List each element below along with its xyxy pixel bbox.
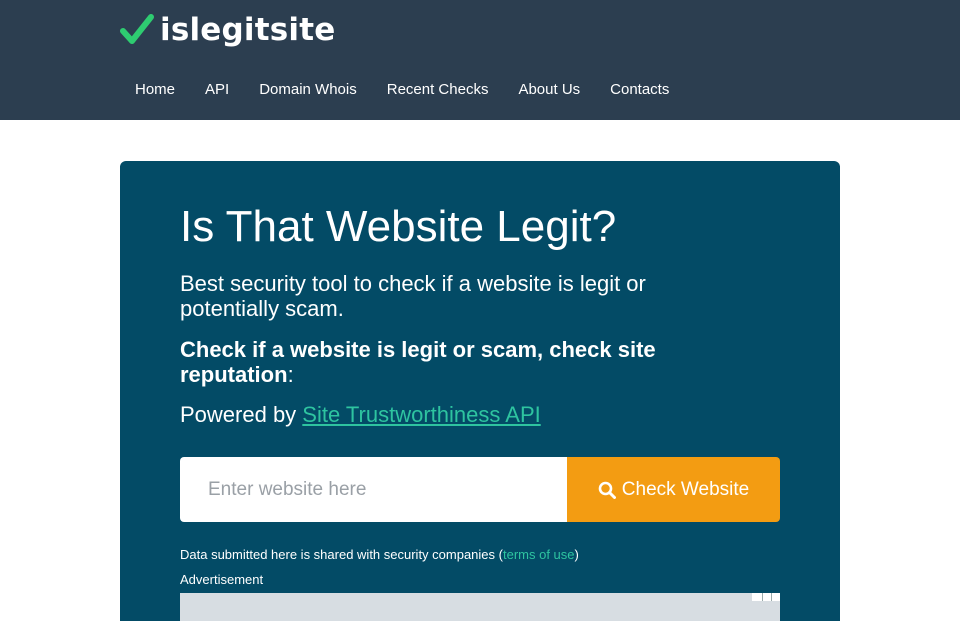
hero-subtitle: Best security tool to check if a website…	[180, 271, 646, 321]
site-header: islegitsite Home API Domain Whois Recent…	[0, 0, 960, 120]
nav-contacts[interactable]: Contacts	[595, 72, 684, 108]
disclaimer-prefix: Data submitted here is shared with secur…	[180, 547, 503, 562]
hero-strong-bold: Check if a website is legit or scam, che…	[180, 337, 656, 387]
site-logo[interactable]: islegitsite	[120, 10, 336, 50]
nav-home[interactable]: Home	[120, 72, 190, 108]
terms-of-use-link[interactable]: terms of use	[503, 547, 575, 562]
powered-prefix: Powered by	[180, 402, 303, 427]
nav-recent-checks[interactable]: Recent Checks	[372, 72, 504, 108]
page-title: Is That Website Legit?	[180, 202, 617, 251]
website-input[interactable]	[180, 457, 567, 522]
disclaimer-suffix: )	[574, 547, 579, 562]
nav-about-us[interactable]: About Us	[503, 72, 595, 108]
hero-panel: Is That Website Legit? Best security too…	[120, 161, 840, 621]
advertisement-label: Advertisement	[180, 572, 264, 587]
nav-domain-whois[interactable]: Domain Whois	[244, 72, 372, 108]
powered-by: Powered by Site Trustworthiness API	[180, 401, 541, 429]
nav-api[interactable]: API	[190, 72, 244, 108]
check-website-label: Check Website	[621, 478, 750, 500]
trustworthiness-api-link[interactable]: Site Trustworthiness API	[302, 402, 540, 427]
logo-text: islegitsite	[160, 12, 336, 48]
disclaimer-text: Data submitted here is shared with secur…	[180, 547, 579, 562]
search-icon	[598, 481, 616, 499]
ad-banner[interactable]	[180, 593, 780, 621]
check-website-button[interactable]: Check Website	[567, 457, 780, 522]
hero-strong-suffix: :	[287, 362, 294, 387]
checkmark-icon	[120, 14, 154, 44]
hero-strong-text: Check if a website is legit or scam, che…	[180, 337, 740, 387]
main-nav: Home API Domain Whois Recent Checks Abou…	[120, 72, 684, 108]
